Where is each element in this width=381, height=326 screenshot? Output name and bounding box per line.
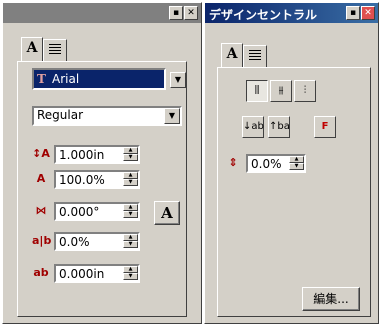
design-central-title-bar[interactable]: デザインセントラル ▪ ✕ [205, 3, 378, 23]
minimize-icon[interactable]: ▪ [169, 6, 183, 20]
scale-icon: A [36, 172, 46, 185]
scale-input[interactable]: 100.0% ▲ ▼ [54, 170, 140, 189]
font-style-value: Regular [37, 108, 84, 122]
font-select[interactable]: T Arial [32, 68, 166, 90]
design-central-window: デザインセントラル ▪ ✕ A ⫼ ⫵ ⫶ ↓ab ↑ba F ⇕ 0.0% ▲… [204, 2, 379, 324]
strikethrough-icon[interactable]: F [314, 116, 336, 138]
vertical-align-middle-icon[interactable]: ⫵ [270, 80, 292, 102]
style-dropdown-button[interactable]: ▼ [164, 108, 180, 124]
scale-value: 100.0% [59, 173, 105, 187]
font-style-select[interactable]: Regular ▼ [32, 106, 182, 126]
rotation-icon: ⋈ [35, 204, 47, 217]
close-icon[interactable]: ✕ [184, 6, 198, 20]
left-palette-window: ▪ ✕ A T Arial ▼ Regular ▼ ↕A 1.000in ▲ ▼ … [2, 2, 202, 324]
rotation-value: 0.000° [59, 205, 100, 219]
font-size-icon: ↕A [32, 147, 50, 160]
spacing-input[interactable]: 0.0% ▲ ▼ [54, 232, 140, 251]
font-size-input[interactable]: 1.000in ▲ ▼ [54, 145, 140, 164]
left-tab-panel: T Arial ▼ Regular ▼ ↕A 1.000in ▲ ▼ A 100.… [17, 61, 187, 317]
spin-down-icon[interactable]: ▼ [123, 211, 138, 218]
paragraph-icon [49, 44, 61, 56]
spin-up-icon[interactable]: ▲ [123, 147, 138, 154]
spacing-value: 0.0% [59, 235, 90, 249]
char-spacing-icon: ⇕ [228, 156, 238, 169]
font-name: Arial [52, 72, 80, 86]
baseline-icon: ab [33, 266, 49, 279]
spin-up-icon[interactable]: ▲ [123, 234, 138, 241]
close-icon[interactable]: ✕ [361, 6, 375, 20]
vertical-align-top-icon[interactable]: ⫼ [246, 80, 268, 102]
spacing-icon: a|b [32, 234, 52, 247]
left-title-bar[interactable]: ▪ ✕ [3, 3, 201, 23]
tab-paragraph[interactable] [43, 39, 67, 61]
spin-up-icon[interactable]: ▲ [123, 172, 138, 179]
design-central-tab-panel: ⫼ ⫵ ⫶ ↓ab ↑ba F ⇕ 0.0% ▲ ▼ 編集... [217, 67, 371, 317]
edit-button[interactable]: 編集... [302, 287, 360, 311]
minimize-icon[interactable]: ▪ [346, 6, 360, 20]
tab-character[interactable]: A [221, 43, 243, 67]
spin-down-icon[interactable]: ▼ [123, 154, 138, 161]
spin-down-icon[interactable]: ▼ [123, 273, 138, 280]
tab-character[interactable]: A [21, 37, 43, 61]
tab-paragraph[interactable] [243, 45, 267, 67]
window-title: デザインセントラル [209, 8, 318, 22]
baseline-input[interactable]: 0.000in ▲ ▼ [54, 264, 140, 283]
font-dropdown-button[interactable]: ▼ [170, 72, 186, 88]
paragraph-icon [249, 50, 261, 62]
sort-ascending-icon[interactable]: ↓ab [242, 116, 264, 138]
spin-up-icon[interactable]: ▲ [289, 156, 304, 163]
spin-down-icon[interactable]: ▼ [123, 179, 138, 186]
baseline-value: 0.000in [59, 267, 105, 281]
spin-up-icon[interactable]: ▲ [123, 204, 138, 211]
rotation-input[interactable]: 0.000° ▲ ▼ [54, 202, 140, 221]
truetype-icon: T [37, 72, 46, 86]
character-format-button[interactable]: A [154, 201, 180, 225]
spin-up-icon[interactable]: ▲ [123, 266, 138, 273]
spin-down-icon[interactable]: ▼ [289, 163, 304, 170]
sort-descending-icon[interactable]: ↑ba [268, 116, 290, 138]
font-size-value: 1.000in [59, 148, 105, 162]
vertical-align-bottom-icon[interactable]: ⫶ [294, 80, 316, 102]
spin-down-icon[interactable]: ▼ [123, 241, 138, 248]
char-spacing-value: 0.0% [251, 157, 282, 171]
char-spacing-input[interactable]: 0.0% ▲ ▼ [246, 154, 306, 173]
